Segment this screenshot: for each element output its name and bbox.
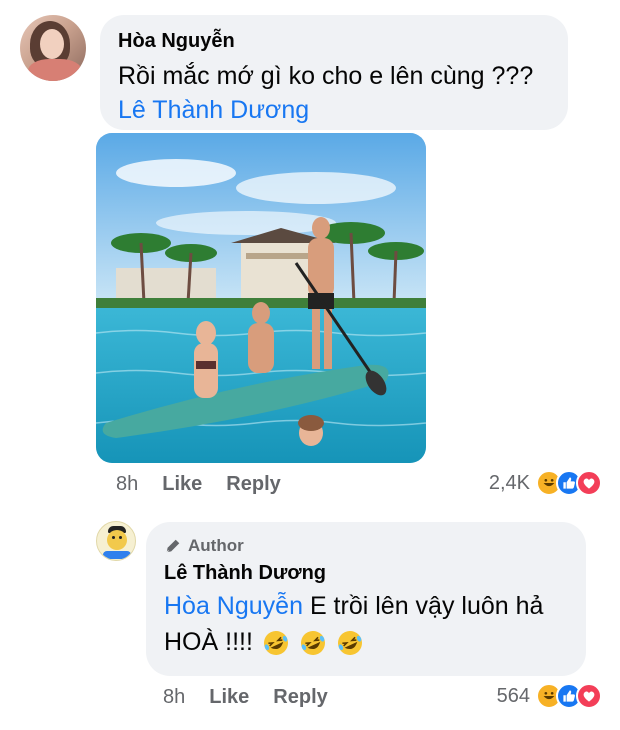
comment-reaction-count: 2,4K — [488, 471, 530, 494]
reply-bubble: Author Lê Thành Dương Hòa Nguyễn E trồi … — [146, 522, 586, 676]
reply-time[interactable]: 8h — [163, 686, 185, 709]
rofl-emoji-icon — [299, 629, 327, 657]
avatar-face — [40, 29, 64, 59]
reply-reply-button[interactable]: Reply — [273, 686, 327, 709]
author-badge: Author — [164, 535, 568, 557]
reply-reactions[interactable]: 564 — [497, 683, 602, 709]
avatar-eye — [119, 536, 122, 539]
comment-reactions[interactable]: 2,4K — [489, 470, 602, 496]
reply-meta: 8h Like Reply — [163, 686, 328, 709]
reply-like-button[interactable]: Like — [209, 686, 249, 709]
comment-photo[interactable] — [96, 133, 426, 463]
reply-author-name[interactable]: Lê Thành Dương — [164, 561, 568, 585]
avatar-base — [103, 551, 131, 559]
comment-author-name[interactable]: Hòa Nguyễn — [118, 29, 550, 53]
reply-reaction-count: 564 — [496, 684, 530, 707]
comment-mention-link[interactable]: Lê Thành Dương — [118, 93, 550, 127]
avatar-eye — [112, 536, 115, 539]
comment-meta: 8h Like Reply — [116, 473, 281, 496]
commenter-avatar[interactable] — [20, 15, 86, 81]
avatar-body — [28, 59, 82, 81]
comment-time[interactable]: 8h — [116, 473, 138, 496]
reply-author-avatar[interactable] — [96, 521, 136, 561]
rofl-emoji-icon — [262, 629, 290, 657]
reply-text-1: E trồi lên vậy luôn hả — [309, 592, 544, 620]
reply-reaction-icons — [536, 683, 602, 709]
photo-illustration — [96, 133, 426, 463]
love-icon — [576, 470, 602, 496]
reply-text-line-1: Hòa Nguyễn E trồi lên vậy luôn hả — [164, 589, 568, 623]
reply-mention-link[interactable]: Hòa Nguyễn — [164, 592, 303, 620]
author-badge-label: Author — [188, 536, 244, 555]
rofl-emoji-icon — [336, 629, 364, 657]
love-icon — [576, 683, 602, 709]
reply-text-2: HOÀ !!!! — [164, 628, 253, 656]
comment-reply-button[interactable]: Reply — [226, 473, 280, 496]
avatar-face — [107, 530, 127, 550]
comment-text: Rồi mắc mớ gì ko cho e lên cùng ??? — [118, 62, 534, 90]
comment-bubble: Hòa Nguyễn Rồi mắc mớ gì ko cho e lên cù… — [100, 15, 568, 130]
reply-text-line-2: HOÀ !!!! — [164, 625, 568, 659]
comment-like-button[interactable]: Like — [162, 473, 202, 496]
comment-reaction-icons — [536, 470, 602, 496]
pencil-icon — [164, 537, 182, 555]
